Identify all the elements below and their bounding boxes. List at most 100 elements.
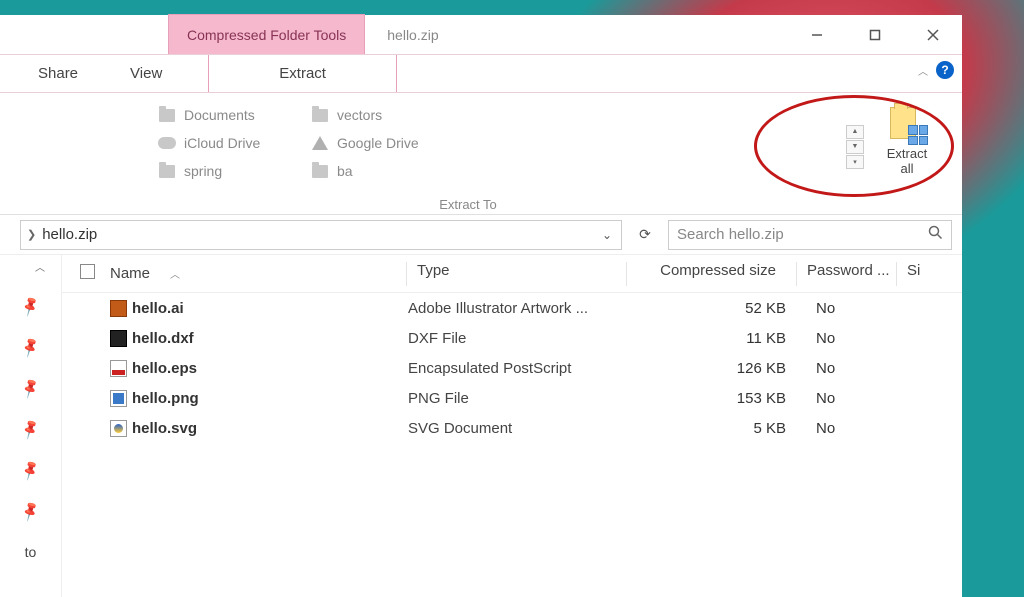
folder-icon bbox=[158, 162, 176, 180]
cloud-icon bbox=[158, 134, 176, 152]
search-placeholder: Search hello.zip bbox=[677, 226, 928, 243]
file-password: No bbox=[806, 360, 906, 377]
sort-ascending-icon: ︿ bbox=[170, 266, 180, 281]
dest-label: vectors bbox=[337, 107, 382, 123]
chevron-right-icon[interactable]: ❯ bbox=[27, 228, 36, 241]
content-area: ︿ 📌 📌 📌 📌 📌 📌 to Name ︿ Type Compressed … bbox=[0, 255, 962, 597]
dest-icloud-drive[interactable]: iCloud Drive bbox=[158, 129, 305, 157]
pin-icon[interactable]: 📌 bbox=[19, 336, 43, 359]
nav-item-fragment[interactable]: to bbox=[25, 544, 37, 560]
folder-icon bbox=[311, 162, 329, 180]
pin-icon[interactable]: 📌 bbox=[19, 295, 43, 318]
file-compressed-size: 11 KB bbox=[636, 330, 806, 347]
file-type: Adobe Illustrator Artwork ... bbox=[408, 300, 636, 317]
tab-share[interactable]: Share bbox=[12, 55, 104, 92]
gallery-scroll-down-button[interactable]: ▼ bbox=[846, 140, 864, 154]
pin-icon[interactable]: 📌 bbox=[19, 459, 43, 482]
column-headers: Name ︿ Type Compressed size Password ...… bbox=[62, 255, 962, 293]
file-row[interactable]: hello.dxfDXF File11 KBNo bbox=[62, 323, 962, 353]
window-controls bbox=[788, 15, 962, 55]
file-password: No bbox=[806, 300, 906, 317]
gallery-more-button[interactable]: ▾ bbox=[846, 155, 864, 169]
file-type: DXF File bbox=[408, 330, 636, 347]
file-type-icon bbox=[110, 390, 132, 407]
ribbon-group-label: Extract To bbox=[158, 197, 778, 212]
gdrive-icon bbox=[311, 134, 329, 152]
dest-google-drive[interactable]: Google Drive bbox=[311, 129, 615, 157]
minimize-button[interactable] bbox=[788, 15, 846, 55]
help-icon[interactable]: ? bbox=[936, 61, 954, 79]
file-compressed-size: 5 KB bbox=[636, 420, 806, 437]
file-compressed-size: 52 KB bbox=[636, 300, 806, 317]
file-type-icon bbox=[110, 360, 132, 377]
refresh-button[interactable]: ⟳ bbox=[632, 226, 658, 243]
file-password: No bbox=[806, 420, 906, 437]
address-path[interactable]: hello.zip bbox=[42, 226, 599, 243]
file-password: No bbox=[806, 330, 906, 347]
tab-extract[interactable]: Extract bbox=[208, 55, 397, 92]
address-bar-row: ❯ hello.zip ⌄ ⟳ Search hello.zip bbox=[0, 215, 962, 255]
file-list-pane: Name ︿ Type Compressed size Password ...… bbox=[62, 255, 962, 597]
column-header-name[interactable]: Name ︿ bbox=[110, 265, 406, 282]
select-all-checkbox[interactable] bbox=[80, 264, 110, 283]
column-header-size[interactable]: Si bbox=[896, 262, 926, 286]
extract-all-button[interactable]: Extractall bbox=[870, 97, 944, 214]
address-bar[interactable]: ❯ hello.zip ⌄ bbox=[20, 220, 622, 250]
file-type: PNG File bbox=[408, 390, 636, 407]
file-type-icon bbox=[110, 420, 132, 437]
close-button[interactable] bbox=[904, 15, 962, 55]
contextual-tab-compressed-folder-tools[interactable]: Compressed Folder Tools bbox=[168, 14, 365, 54]
file-name[interactable]: hello.dxf bbox=[132, 330, 408, 347]
dest-spring[interactable]: spring bbox=[158, 157, 305, 185]
file-row[interactable]: hello.aiAdobe Illustrator Artwork ...52 … bbox=[62, 293, 962, 323]
file-name[interactable]: hello.svg bbox=[132, 420, 408, 437]
explorer-window: Compressed Folder Tools hello.zip Share … bbox=[0, 15, 962, 597]
navigation-pane[interactable]: ︿ 📌 📌 📌 📌 📌 📌 to bbox=[0, 255, 62, 597]
file-name[interactable]: hello.png bbox=[132, 390, 408, 407]
file-compressed-size: 153 KB bbox=[636, 390, 806, 407]
gallery-scroll-up-button[interactable]: ▲ bbox=[846, 125, 864, 139]
pin-icon[interactable]: 📌 bbox=[19, 500, 43, 523]
nav-collapse-caret[interactable]: ︿ bbox=[35, 259, 61, 274]
ribbon-extract: Documents iCloud Drive spring vectors Go… bbox=[0, 93, 962, 215]
folder-icon bbox=[158, 106, 176, 124]
ribbon-tabs: Share View Extract ︿ ? bbox=[0, 55, 962, 93]
dest-label: iCloud Drive bbox=[184, 135, 260, 151]
address-history-dropdown[interactable]: ⌄ bbox=[599, 228, 615, 242]
file-name[interactable]: hello.ai bbox=[132, 300, 408, 317]
column-header-type[interactable]: Type bbox=[406, 262, 626, 286]
dest-ba[interactable]: ba bbox=[311, 157, 615, 185]
file-type: SVG Document bbox=[408, 420, 636, 437]
dest-label: ba bbox=[337, 163, 353, 179]
column-header-password[interactable]: Password ... bbox=[796, 262, 896, 286]
file-row[interactable]: hello.pngPNG File153 KBNo bbox=[62, 383, 962, 413]
pin-icon[interactable]: 📌 bbox=[19, 377, 43, 400]
title-bar[interactable]: Compressed Folder Tools hello.zip bbox=[0, 15, 962, 55]
file-name[interactable]: hello.eps bbox=[132, 360, 408, 377]
file-list[interactable]: hello.aiAdobe Illustrator Artwork ...52 … bbox=[62, 293, 962, 443]
dest-label: Documents bbox=[184, 107, 255, 123]
file-type-icon bbox=[110, 330, 132, 347]
dest-label: spring bbox=[184, 163, 222, 179]
search-icon[interactable] bbox=[928, 225, 943, 244]
dest-vectors[interactable]: vectors bbox=[311, 101, 615, 129]
folder-icon bbox=[311, 106, 329, 124]
file-type-icon bbox=[110, 300, 132, 317]
column-header-compressed-size[interactable]: Compressed size bbox=[626, 262, 796, 286]
collapse-ribbon-button[interactable]: ︿ bbox=[918, 63, 928, 78]
file-compressed-size: 126 KB bbox=[636, 360, 806, 377]
maximize-button[interactable] bbox=[846, 15, 904, 55]
window-title: hello.zip bbox=[387, 27, 438, 43]
file-row[interactable]: hello.svgSVG Document5 KBNo bbox=[62, 413, 962, 443]
extract-all-icon bbox=[886, 103, 928, 145]
dest-label: Google Drive bbox=[337, 135, 419, 151]
extract-all-label: Extractall bbox=[887, 147, 927, 177]
destination-gallery-spinner: ▲ ▼ ▾ bbox=[846, 97, 870, 214]
file-row[interactable]: hello.epsEncapsulated PostScript126 KBNo bbox=[62, 353, 962, 383]
search-box[interactable]: Search hello.zip bbox=[668, 220, 952, 250]
file-password: No bbox=[806, 390, 906, 407]
pin-icon[interactable]: 📌 bbox=[19, 418, 43, 441]
dest-documents[interactable]: Documents bbox=[158, 101, 305, 129]
file-type: Encapsulated PostScript bbox=[408, 360, 636, 377]
tab-view[interactable]: View bbox=[104, 55, 188, 92]
